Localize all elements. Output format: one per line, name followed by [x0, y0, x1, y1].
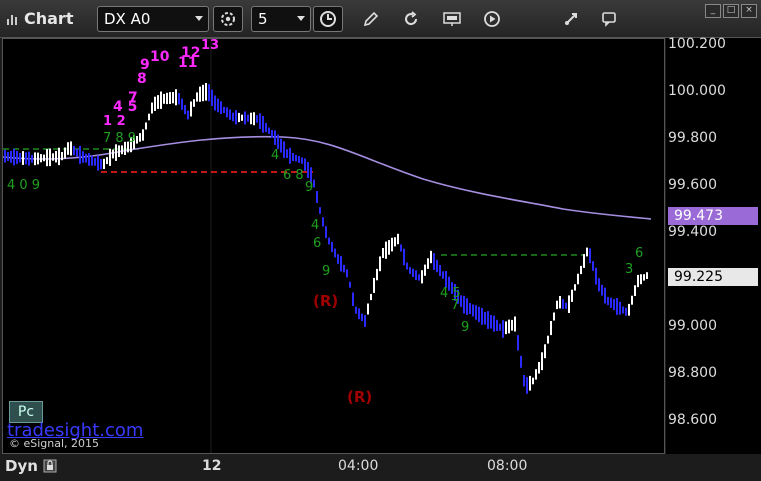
green-count-label: 4 0 9	[7, 178, 40, 193]
minimize-button[interactable]: _	[705, 4, 721, 18]
close-button[interactable]: ×	[741, 4, 757, 18]
play-icon	[484, 11, 500, 27]
time-label: 04:00	[338, 458, 379, 474]
clock-icon	[320, 11, 336, 27]
price-axis-label: 98.800	[668, 365, 717, 381]
refresh-button[interactable]	[396, 6, 426, 32]
price-bars	[4, 83, 648, 394]
reversal-marker: (R)	[347, 388, 372, 406]
green-count-label: 4	[311, 218, 319, 233]
green-count-label: 7 8 9	[103, 131, 136, 146]
setup-count-label: 1 2	[103, 114, 126, 129]
refresh-icon	[405, 11, 418, 26]
chevron-down-icon[interactable]	[195, 16, 203, 21]
window-title-text: Chart	[24, 9, 74, 28]
toolbar: Chart DX A0 5 _ □ ×	[0, 0, 761, 38]
setup-count-label: 10	[150, 49, 170, 65]
interval-clock-button[interactable]	[313, 6, 343, 32]
minimize-icon: _	[710, 5, 716, 15]
green-count-label: 9	[322, 264, 330, 279]
green-count-label: 6	[313, 236, 321, 251]
ma-value-tag: 99.473	[668, 207, 758, 225]
cursor-tool-button[interactable]	[556, 6, 586, 32]
moving-average-line	[3, 135, 652, 220]
copyright-text: © eSignal, 2015	[9, 437, 100, 450]
time-label: 12	[202, 458, 222, 474]
price-axis[interactable]: 100.200100.00099.80099.60099.40099.20099…	[666, 36, 761, 454]
green-count-label: 9	[305, 180, 313, 195]
play-button[interactable]	[477, 6, 507, 32]
comment-button[interactable]	[594, 6, 624, 32]
symbol-settings-button[interactable]	[213, 6, 243, 32]
comment-icon	[602, 12, 616, 27]
reversal-marker: (R)	[313, 292, 338, 310]
draw-tool-button[interactable]	[356, 6, 386, 32]
price-chart[interactable]: 1 2 4 5 7 8 9 10 11 12 13 4 0 9 7 8 9 4 …	[3, 39, 665, 454]
price-axis-label: 99.400	[668, 224, 717, 240]
setup-count-label: 7	[128, 90, 138, 106]
close-icon: ×	[745, 5, 753, 15]
time-label: 08:00	[487, 458, 528, 474]
symbol-value: DX A0	[104, 10, 151, 28]
time-axis: Dyn 12 04:00 08:00	[0, 454, 761, 481]
study-icon	[443, 12, 461, 26]
price-axis-label: 99.000	[668, 318, 717, 334]
maximize-icon: □	[726, 5, 736, 15]
dyn-label[interactable]: Dyn	[5, 457, 57, 475]
symbol-selector[interactable]: DX A0	[97, 6, 209, 32]
setup-count-label: 12	[181, 45, 200, 61]
interval-value: 5	[258, 10, 268, 28]
settings-gear-icon	[221, 12, 235, 26]
green-count-label: 6	[635, 246, 643, 261]
setup-count-label: 13	[201, 39, 219, 53]
last-price-tag: 99.225	[668, 268, 758, 286]
price-axis-label: 98.600	[668, 412, 717, 428]
green-count-label: 4	[271, 148, 279, 163]
green-count-label: 6 8	[283, 168, 304, 183]
chart-icon	[7, 15, 17, 25]
dyn-label-text: Dyn	[5, 457, 38, 475]
green-count-label: 3	[625, 262, 633, 277]
green-count-label: 9	[461, 320, 469, 335]
setup-count-label: 8	[137, 71, 147, 87]
window-title: Chart	[6, 9, 73, 28]
price-axis-label: 100.200	[668, 36, 726, 52]
cursor-icon	[565, 13, 577, 25]
study-button[interactable]	[437, 6, 467, 32]
interval-selector[interactable]: 5	[251, 6, 311, 32]
price-axis-label: 99.600	[668, 177, 717, 193]
chart-pane[interactable]: 1 2 4 5 7 8 9 10 11 12 13 4 0 9 7 8 9 4 …	[2, 38, 665, 454]
pencil-icon	[363, 11, 379, 27]
lock-icon[interactable]	[43, 459, 57, 473]
maximize-button[interactable]: □	[723, 4, 739, 18]
setup-count-label: 9	[140, 57, 150, 73]
price-axis-label: 99.800	[668, 130, 717, 146]
price-axis-label: 100.000	[668, 83, 726, 99]
chevron-down-icon[interactable]	[297, 16, 305, 21]
green-count-label: 7	[451, 298, 459, 313]
